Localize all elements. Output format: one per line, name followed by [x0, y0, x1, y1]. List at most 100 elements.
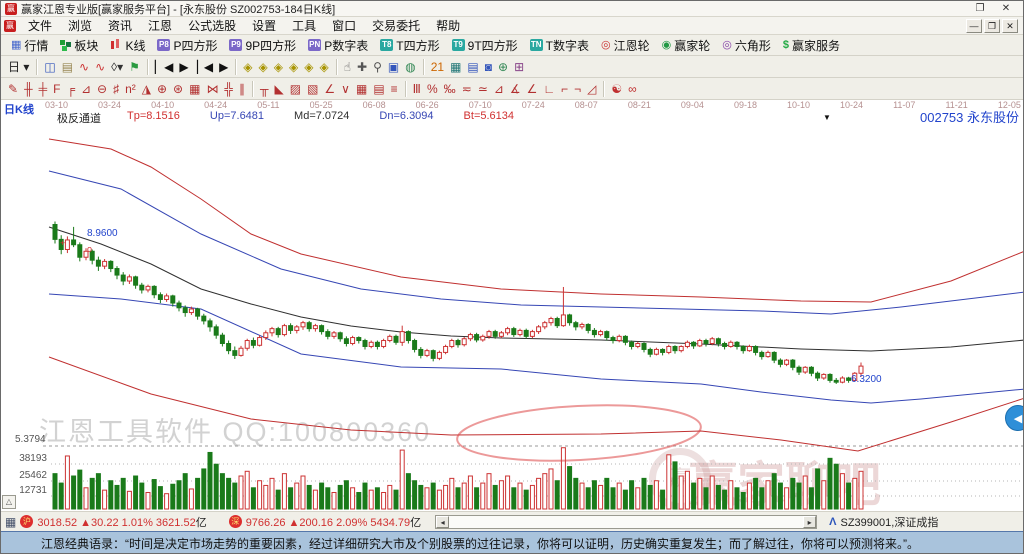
- save-icon[interactable]: ◙: [482, 58, 495, 76]
- refresh-icon[interactable]: ◍: [402, 58, 418, 76]
- menu-item[interactable]: 文件: [20, 17, 60, 34]
- menu-item[interactable]: 交易委托: [364, 17, 428, 34]
- mdi-close-button[interactable]: ✕: [1002, 18, 1018, 33]
- draw-tool-icon[interactable]: ∥: [236, 80, 248, 98]
- close-button[interactable]: ✕: [993, 3, 1019, 14]
- prev-icon[interactable]: ◀: [201, 58, 216, 76]
- hexagon-button[interactable]: ◎ 六角形: [716, 36, 777, 55]
- gann-ratio-icon[interactable]: ¬: [571, 80, 584, 98]
- period-selector[interactable]: 日 ▾: [5, 58, 32, 76]
- zoom-diamond-icon[interactable]: ◈: [271, 58, 286, 76]
- first-page-icon[interactable]: ▏◀: [152, 58, 176, 76]
- expand-corner-button[interactable]: △: [2, 495, 16, 509]
- winner-wheel-button[interactable]: ◉ 赢家轮: [656, 36, 717, 55]
- menu-item[interactable]: 资讯: [100, 17, 140, 34]
- gann-wheel-button[interactable]: ◎ 江恩轮: [595, 36, 656, 55]
- crosshair-icon[interactable]: ✚: [354, 58, 370, 76]
- draw-tool-icon[interactable]: ╬: [221, 80, 236, 98]
- gann-ratio-icon[interactable]: ‰: [441, 80, 459, 98]
- gann-ratio-icon[interactable]: ∡: [507, 80, 524, 98]
- zoom-diamond-icon[interactable]: ◈: [301, 58, 316, 76]
- taiji-icon[interactable]: ☯: [608, 80, 625, 98]
- last-page-icon[interactable]: ▶▕: [176, 58, 200, 76]
- infinity-icon[interactable]: ∞: [625, 80, 640, 98]
- draw-tool-icon[interactable]: ≡: [388, 80, 401, 98]
- draw-tool-icon[interactable]: ✎: [5, 80, 21, 98]
- menu-item[interactable]: 浏览: [60, 17, 100, 34]
- mdi-minimize-button[interactable]: —: [966, 18, 982, 33]
- menu-item[interactable]: 江恩: [140, 17, 180, 34]
- tracked-index-label[interactable]: SZ399001,深证成指: [841, 514, 939, 530]
- order-icon[interactable]: ⊞: [511, 58, 527, 76]
- t9-square-button[interactable]: T9 9T四方形: [446, 36, 524, 55]
- draw-tool-icon[interactable]: ⊛: [170, 80, 186, 98]
- menu-item[interactable]: 帮助: [428, 17, 468, 34]
- menu-item[interactable]: 设置: [244, 17, 284, 34]
- candle-style-icon[interactable]: ◊▾: [108, 58, 126, 76]
- flag-icon[interactable]: ⚑: [126, 58, 143, 76]
- restore-button[interactable]: ❐: [967, 3, 993, 14]
- magnifier-icon[interactable]: ⚲: [370, 58, 385, 76]
- scroll-left-arrow[interactable]: ◂: [436, 515, 450, 528]
- gann-ratio-icon[interactable]: ≂: [459, 80, 475, 98]
- draw-tool-icon[interactable]: ▦: [353, 80, 370, 98]
- draw-tool-icon[interactable]: ∠: [321, 80, 338, 98]
- service-button[interactable]: $ 赢家服务: [777, 36, 846, 55]
- gann-ratio-icon[interactable]: ∟: [540, 80, 558, 98]
- draw-tool-icon[interactable]: ⊖: [94, 80, 110, 98]
- mdi-restore-button[interactable]: ❐: [984, 18, 1000, 33]
- p-number-button[interactable]: PN P数字表: [302, 36, 374, 55]
- pattern-icon[interactable]: ∿: [76, 58, 92, 76]
- gann-ratio-icon[interactable]: ∠: [524, 80, 541, 98]
- sz-index-quote[interactable]: 9766.26 ▲200.16 2.09% 5434.79亿: [246, 514, 421, 530]
- draw-tool-icon[interactable]: ▨: [287, 80, 304, 98]
- draw-tool-icon[interactable]: ▧: [304, 80, 321, 98]
- draw-tool-icon[interactable]: ⊕: [154, 80, 170, 98]
- draw-tool-icon[interactable]: ▤: [370, 80, 387, 98]
- menu-item[interactable]: 窗口: [324, 17, 364, 34]
- zoom-diamond-icon[interactable]: ◈: [256, 58, 271, 76]
- horizontal-scrollbar[interactable]: ◂ ▸: [435, 514, 818, 529]
- stock-code-label[interactable]: 002753 永东股份: [920, 107, 1019, 126]
- draw-tool-icon[interactable]: ◮: [139, 80, 154, 98]
- kline-button[interactable]: K线: [104, 36, 151, 55]
- draw-tool-icon[interactable]: ╫: [21, 80, 36, 98]
- service-icon[interactable]: ⊕: [495, 58, 511, 76]
- gann-ratio-icon[interactable]: ⊿: [491, 80, 507, 98]
- scroll-down-marker[interactable]: ▼: [823, 113, 831, 122]
- report-icon[interactable]: ▤: [464, 58, 481, 76]
- draw-tool-icon[interactable]: ╥: [257, 80, 272, 98]
- draw-tool-icon[interactable]: F: [50, 80, 63, 98]
- draw-tool-icon[interactable]: n²: [122, 80, 139, 98]
- sectors-button[interactable]: 板块: [54, 36, 104, 55]
- menu-item[interactable]: 工具: [284, 17, 324, 34]
- draw-tool-icon[interactable]: ⊿: [78, 80, 94, 98]
- draw-tool-icon[interactable]: ∨: [338, 80, 353, 98]
- draw-tool-icon[interactable]: ╒: [63, 80, 78, 98]
- zoom-diamond-icon[interactable]: ◈: [316, 58, 331, 76]
- draw-tool-icon[interactable]: ▦: [186, 80, 203, 98]
- menu-item[interactable]: 公式选股: [180, 17, 244, 34]
- gann-ratio-icon[interactable]: ◿: [584, 80, 599, 98]
- next-icon[interactable]: ▶: [216, 58, 231, 76]
- info-panel-icon[interactable]: ▣: [385, 58, 402, 76]
- zoom-diamond-icon[interactable]: ◈: [240, 58, 255, 76]
- indicator-name[interactable]: 极反通道: [57, 110, 101, 126]
- t-number-button[interactable]: TN T数字表: [524, 36, 595, 55]
- window-layout-icon[interactable]: ◫: [41, 58, 58, 76]
- draw-tool-icon[interactable]: ◣: [271, 80, 286, 98]
- gann-ratio-icon[interactable]: Ⅲ: [410, 80, 424, 98]
- quotes-button[interactable]: ▦ 行情: [5, 36, 54, 55]
- gann-ratio-icon[interactable]: ⌐: [558, 80, 571, 98]
- calendar-icon[interactable]: 21: [428, 58, 447, 76]
- board-icon[interactable]: ▤: [59, 58, 76, 76]
- draw-tool-icon[interactable]: ♯: [110, 80, 122, 98]
- sh-index-quote[interactable]: 3018.52 ▲30.22 1.01% 3621.52亿: [37, 514, 206, 530]
- pattern2-icon[interactable]: ∿: [92, 58, 108, 76]
- draw-tool-icon[interactable]: ⋈: [203, 80, 221, 98]
- gann-ratio-icon[interactable]: ≃: [475, 80, 491, 98]
- t-square-button[interactable]: T8 T四方形: [374, 36, 445, 55]
- scrollbar-track[interactable]: [449, 516, 803, 528]
- calculator-icon[interactable]: ▦: [447, 58, 464, 76]
- gann-ratio-icon[interactable]: %: [424, 80, 441, 98]
